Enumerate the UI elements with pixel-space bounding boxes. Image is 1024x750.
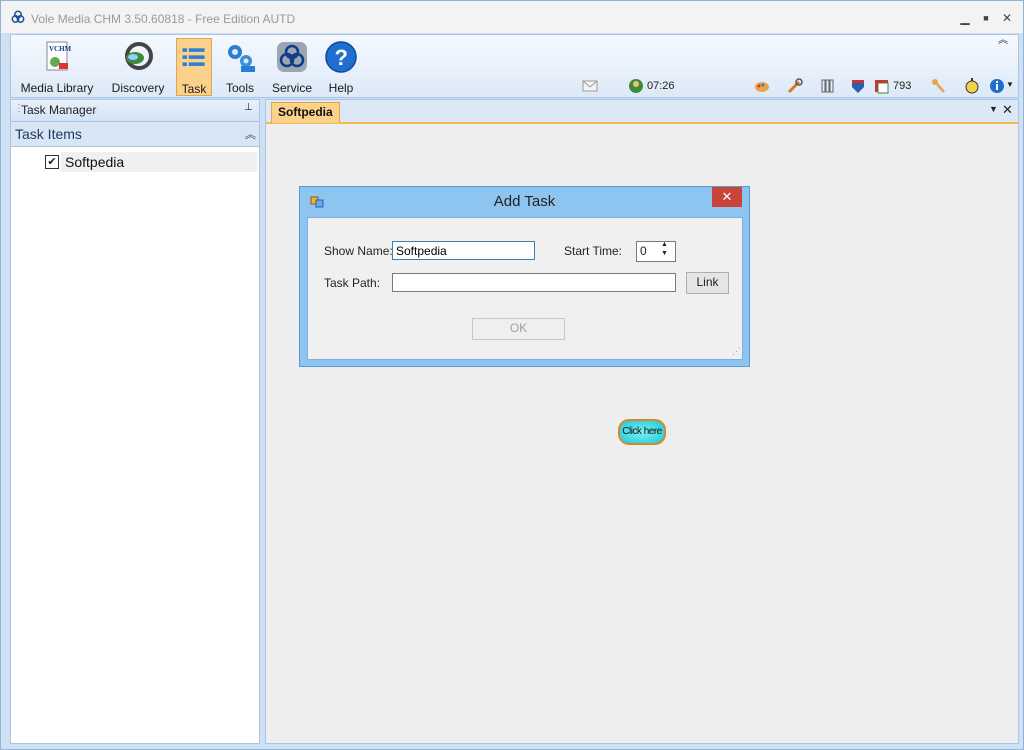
main-window: Vole Media CHM 3.50.60818 - Free Edition… <box>0 0 1024 750</box>
tab-menu-icon[interactable]: ▼ <box>989 104 998 114</box>
discovery-button[interactable]: Discovery <box>107 38 169 95</box>
app-logo-icon <box>11 10 25 23</box>
info-dropdown-icon[interactable]: ▼ <box>1006 80 1014 89</box>
discovery-icon <box>125 42 153 70</box>
highway-icon[interactable] <box>849 77 867 95</box>
dialog-body: Show Name: Start Time: 0 ▲ ▼ Task Path: … <box>307 217 743 360</box>
maximize-button[interactable]: ■ <box>977 10 995 26</box>
tools-wrench-icon[interactable] <box>786 77 804 95</box>
discovery-label: Discovery <box>111 81 165 95</box>
books-icon[interactable] <box>819 77 837 95</box>
close-button[interactable]: ✕ <box>998 10 1016 26</box>
service-icon <box>277 42 307 72</box>
task-item-row[interactable]: Softpedia <box>61 152 257 172</box>
gears-icon <box>228 45 255 72</box>
spin-down-icon[interactable]: ▼ <box>661 250 668 257</box>
tab-softpedia[interactable]: Softpedia <box>271 102 340 123</box>
task-manager-panel: ⋮ Task Manager ⊥ Task Items ︽ ✔ Softpedi… <box>10 99 260 744</box>
collapse-section-icon[interactable]: ︽ <box>245 126 256 142</box>
help-button[interactable]: ? Help <box>321 38 361 95</box>
ok-button[interactable]: OK <box>472 318 565 340</box>
task-item-checkbox[interactable]: ✔ <box>45 155 59 169</box>
help-icon: ? <box>325 41 357 73</box>
task-manager-header: ⋮ Task Manager ⊥ <box>11 100 259 122</box>
ribbon-toolbar: VCHM Media Library Discovery Task Tools … <box>10 34 1019 98</box>
service-label: Service <box>271 81 312 95</box>
stopwatch-icon[interactable] <box>963 77 981 95</box>
title-bar: Vole Media CHM 3.50.60818 - Free Edition… <box>1 1 1023 33</box>
svg-text:?: ? <box>335 45 348 70</box>
window-title: Vole Media CHM 3.50.60818 - Free Edition… <box>31 12 296 26</box>
task-items-title: Task Items <box>15 126 82 142</box>
keys-icon[interactable] <box>929 77 947 95</box>
click-here-button[interactable]: Click here <box>618 419 666 445</box>
add-task-dialog: Add Task ✕ Show Name: Start Time: 0 ▲ ▼ … <box>299 186 750 367</box>
task-button[interactable]: Task <box>176 38 212 96</box>
collapse-ribbon-icon[interactable]: ︽ <box>998 31 1008 46</box>
minimize-button[interactable]: ▁ <box>956 10 974 26</box>
spin-up-icon[interactable]: ▲ <box>661 241 668 248</box>
tab-close-icon[interactable]: ✕ <box>1002 102 1013 118</box>
dialog-close-button[interactable]: ✕ <box>712 187 742 207</box>
tools-label: Tools <box>225 81 254 95</box>
start-time-spinner[interactable]: 0 ▲ ▼ <box>636 241 676 262</box>
badge-icon[interactable] <box>873 77 891 95</box>
link-button[interactable]: Link <box>686 272 729 294</box>
task-manager-title: Task Manager <box>21 103 97 117</box>
dialog-title: Add Task <box>493 193 556 210</box>
clock-text: 07:26 <box>647 80 675 92</box>
svg-text:VCHM: VCHM <box>49 45 72 53</box>
service-button[interactable]: Service <box>269 38 315 95</box>
show-name-label: Show Name: <box>324 244 393 258</box>
resize-grip-icon[interactable]: ⋰ <box>732 346 741 357</box>
task-list-icon <box>182 48 205 66</box>
timer-person-icon <box>629 79 643 93</box>
task-path-label: Task Path: <box>324 276 381 290</box>
count-text: 793 <box>893 80 912 92</box>
mail-icon[interactable] <box>581 77 599 95</box>
task-label: Task <box>181 82 207 96</box>
media-library-button[interactable]: VCHM Media Library <box>15 38 99 95</box>
show-name-input[interactable] <box>392 241 535 260</box>
task-item-label: Softpedia <box>65 154 125 170</box>
document-tab-bar: Softpedia ▼ ✕ <box>266 100 1018 124</box>
start-time-label: Start Time: <box>564 244 623 258</box>
vchm-book-icon: VCHM <box>46 41 72 71</box>
start-time-value: 0 <box>640 244 647 258</box>
help-label: Help <box>328 81 354 95</box>
task-items-header[interactable]: Task Items ︽ <box>11 122 259 147</box>
pin-icon[interactable]: ⊥ <box>244 102 253 113</box>
info-icon[interactable] <box>988 77 1006 95</box>
task-path-input[interactable] <box>392 273 676 292</box>
palette-icon[interactable] <box>753 77 771 95</box>
media-library-label: Media Library <box>20 81 94 95</box>
tools-button[interactable]: Tools <box>221 38 259 95</box>
